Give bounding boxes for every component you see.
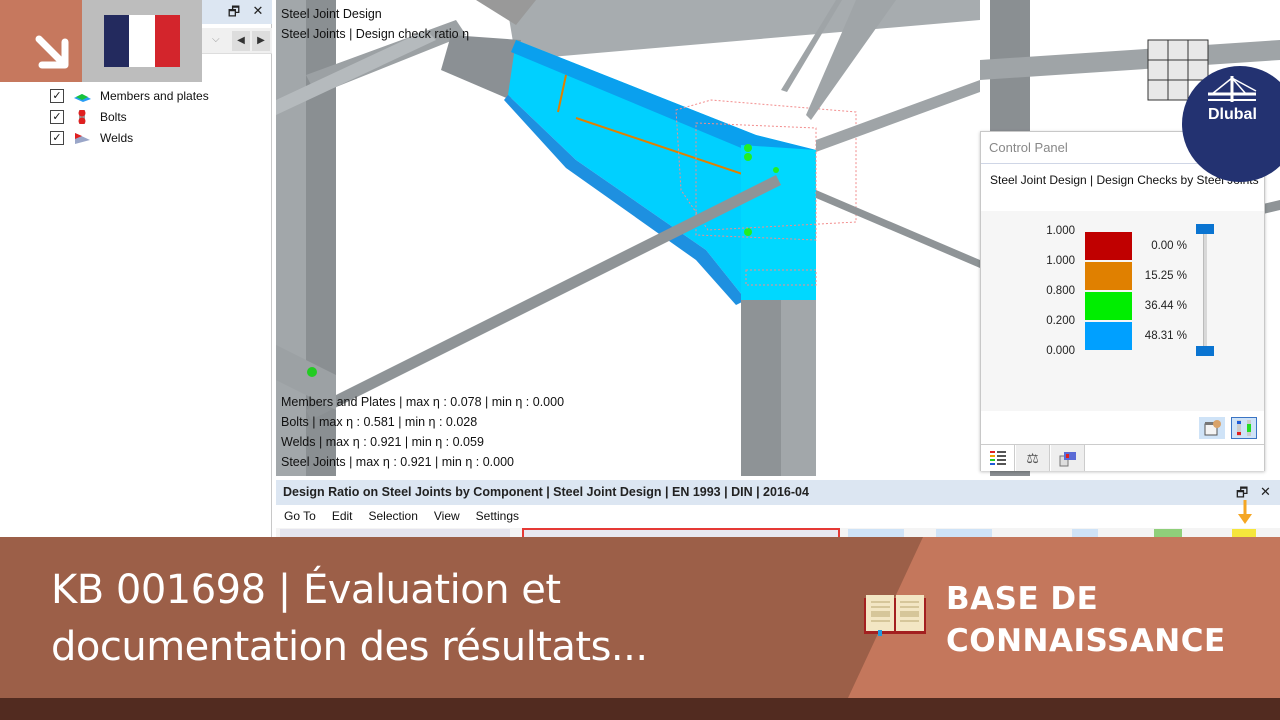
band-percent: 15.25 % (1144, 270, 1187, 282)
tree-item-label: Members and plates (100, 89, 209, 103)
menu-selection[interactable]: Selection (361, 505, 426, 527)
slider-handle-top[interactable] (1196, 224, 1214, 234)
dropdown-chevron-icon[interactable]: ⌵ (212, 34, 220, 45)
band-percent: 48.31 % (1144, 330, 1187, 342)
view-subtitle: Steel Joints | Design check ratio η (281, 27, 470, 41)
band-percent: 0.00 % (1151, 240, 1187, 252)
color-legend: 1.000 1.000 0.800 0.200 0.000 0.00 % 15.… (981, 211, 1264, 411)
bolts-icon (72, 109, 92, 125)
color-legend-icon[interactable] (981, 445, 1015, 471)
scale-value: 1.000 (1046, 225, 1075, 237)
settings-box-icon[interactable] (1199, 417, 1225, 439)
category-line-1: BASE DE (946, 581, 1099, 617)
scale-value: 0.000 (1046, 345, 1075, 357)
results-menu-bar: Go To Edit Selection View Settings (276, 505, 527, 527)
select-objects-icon[interactable] (1051, 445, 1085, 471)
brace-rod (306, 175, 781, 420)
language-badge (0, 0, 202, 82)
summary-welds: Welds | max η : 0.921 | min η : 0.059 (281, 435, 484, 449)
tree-item-members-plates[interactable]: ✓ Members and plates (50, 86, 209, 106)
menu-go-to[interactable]: Go To (276, 505, 324, 527)
column-top (741, 145, 816, 300)
scale-value: 1.000 (1046, 255, 1075, 267)
3d-viewport[interactable]: Steel Joint Design Steel Joints | Design… (276, 0, 980, 476)
checkbox[interactable]: ✓ (50, 89, 64, 103)
summary-steel-joints: Steel Joints | max η : 0.921 | min η : 0… (281, 455, 515, 469)
band-percent: 36.44 % (1144, 300, 1187, 312)
summary-bolts: Bolts | max η : 0.581 | min η : 0.028 (281, 415, 478, 429)
color-band-blue (1085, 322, 1132, 350)
scale-slider-track[interactable] (1203, 229, 1207, 349)
scale-value: 0.200 (1046, 315, 1075, 327)
beam-top (506, 0, 980, 60)
view-title: Steel Joint Design (281, 7, 382, 21)
arrow-down-icon (1238, 500, 1252, 524)
category-line-2: CONNAISSANCE (946, 623, 1226, 659)
color-band-orange (1085, 262, 1132, 290)
slider-handle-bottom[interactable] (1196, 346, 1214, 356)
welds-icon (72, 131, 92, 145)
menu-view[interactable]: View (426, 505, 468, 527)
bridge-icon (1208, 76, 1257, 102)
arrow-down-right-icon (35, 35, 69, 69)
control-panel-tabs: ⚖ (981, 444, 1264, 471)
menu-edit[interactable]: Edit (324, 505, 361, 527)
article-title: KB 001698 | Évaluation et documentation … (51, 567, 648, 670)
logo-text: Dlubal (1208, 106, 1257, 123)
balance-scale-icon[interactable]: ⚖ (1016, 445, 1050, 471)
checkbox[interactable]: ✓ (50, 110, 64, 124)
tree-item-label: Welds (100, 131, 134, 145)
close-icon[interactable]: ✕ (1260, 484, 1271, 500)
results-window: Design Ratio on Steel Joints by Componen… (276, 480, 1280, 540)
tree-item-welds[interactable]: ✓ Welds (50, 128, 133, 148)
color-scale-icon[interactable] (1231, 417, 1257, 439)
menu-settings[interactable]: Settings (468, 505, 527, 527)
category-label: BASE DE CONNAISSANCE (946, 578, 1226, 662)
book-icon (864, 595, 926, 636)
members-plates-icon (72, 89, 92, 103)
control-panel: Control Panel Steel Joint Design | Desig… (980, 131, 1265, 471)
results-title-bar: Design Ratio on Steel Joints by Componen… (276, 480, 1280, 505)
tree-item-bolts[interactable]: ✓ Bolts (50, 107, 127, 127)
control-panel-title: Control Panel (989, 140, 1068, 155)
summary-members-plates: Members and Plates | max η : 0.078 | min… (281, 395, 565, 409)
close-icon[interactable]: ✕ (250, 3, 266, 19)
tree-item-label: Bolts (100, 110, 127, 124)
flag-box (82, 0, 202, 82)
arrow-box (0, 0, 82, 82)
checkbox[interactable]: ✓ (50, 131, 64, 145)
french-flag-icon (104, 15, 180, 67)
restore-window-icon[interactable]: 🗗 (226, 3, 242, 25)
color-band-green (1085, 292, 1132, 320)
nav-next-button[interactable]: ▶ (252, 31, 270, 51)
nav-prev-button[interactable]: ◀ (232, 31, 250, 51)
color-band-red (1085, 232, 1132, 260)
results-title: Design Ratio on Steel Joints by Componen… (283, 485, 809, 499)
screen: 🗗 ✕ ⌵ ◀ ▶ ✓ Members and plates ✓ Bolts ✓ (0, 0, 1280, 720)
banner-footer (0, 698, 1280, 720)
scale-value: 0.800 (1046, 285, 1075, 297)
